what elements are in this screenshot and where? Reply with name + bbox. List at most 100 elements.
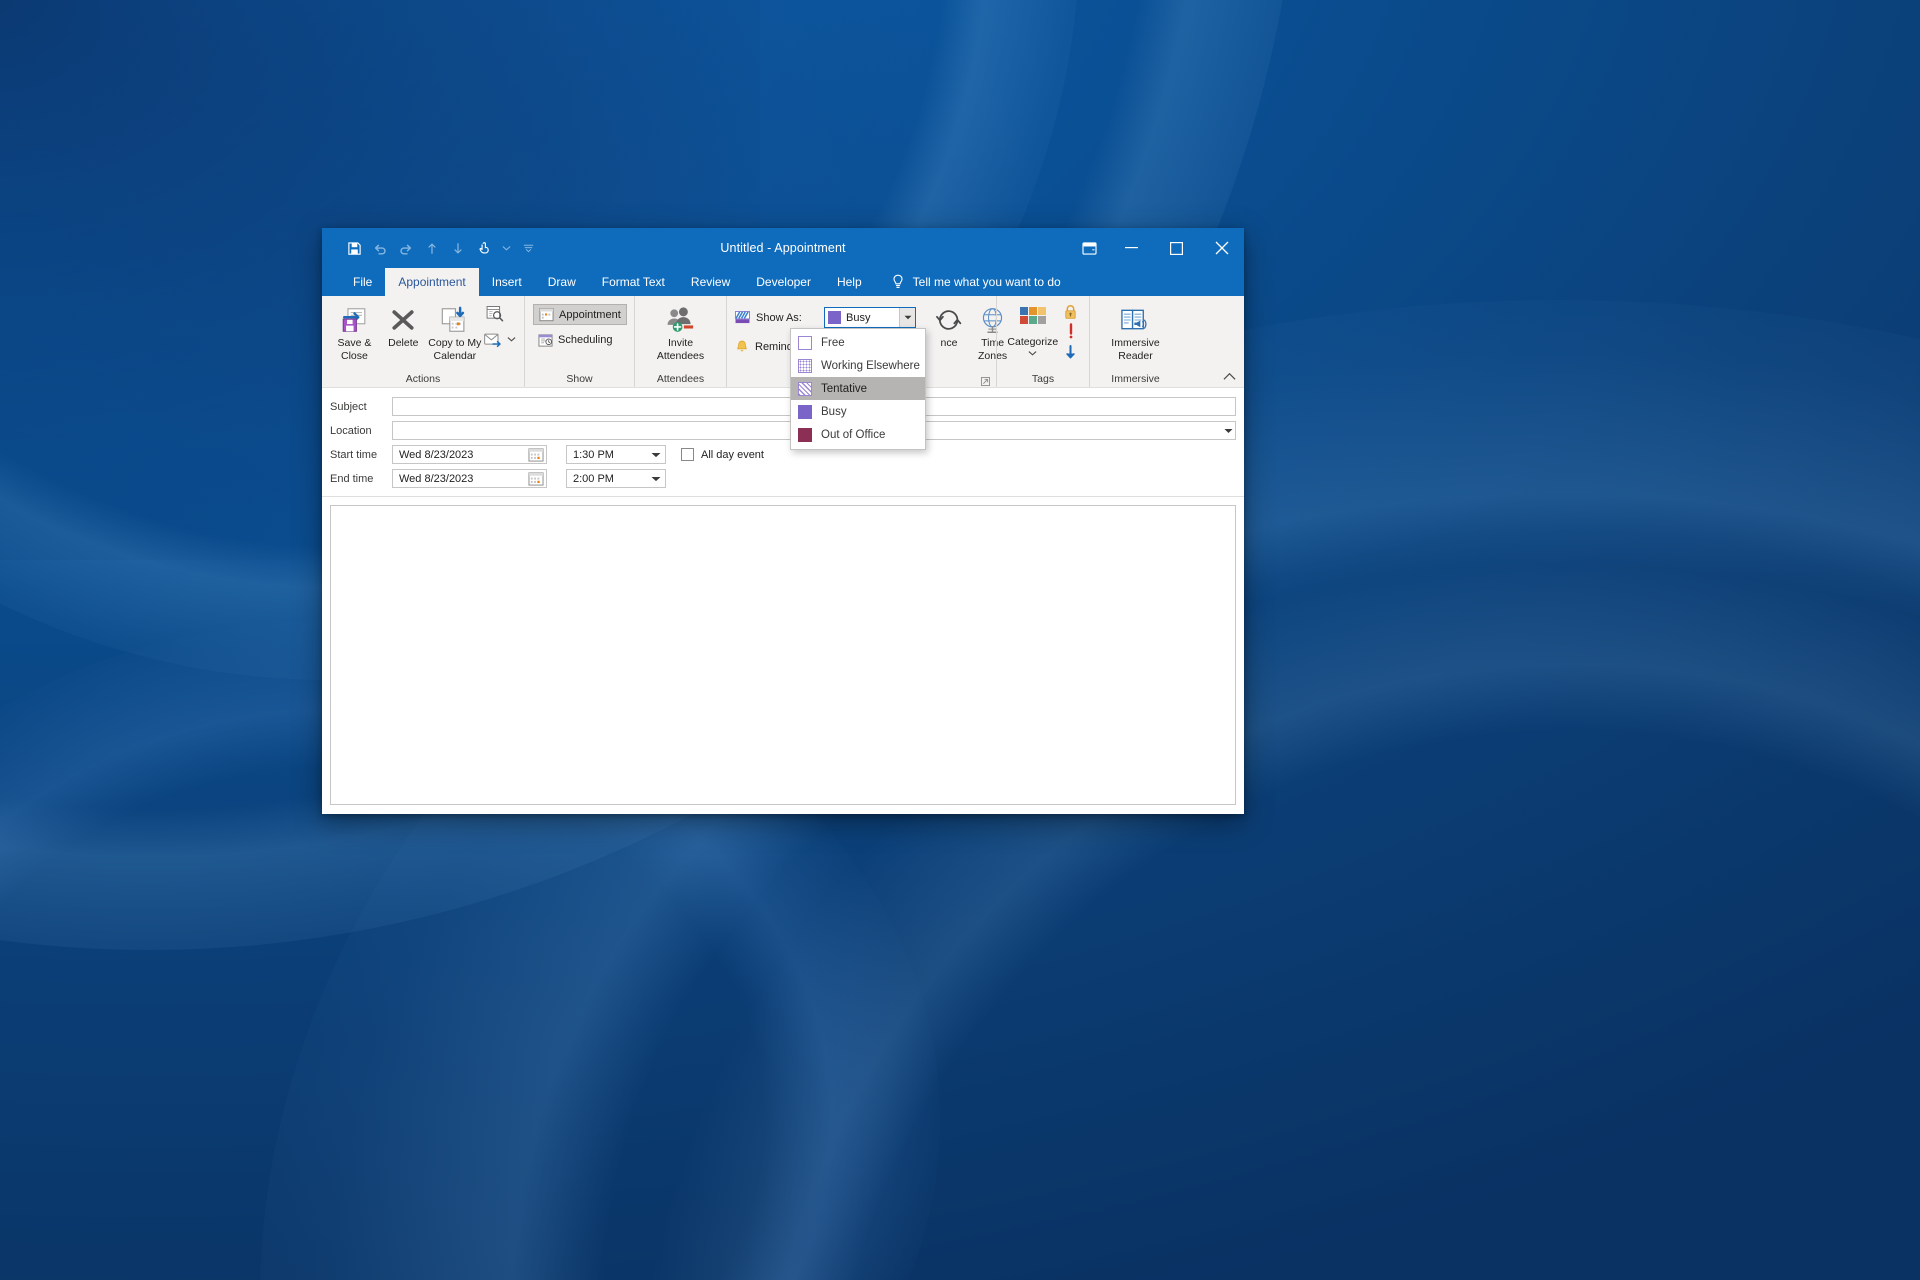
tab-insert[interactable]: Insert [479, 268, 535, 296]
previous-item-icon[interactable] [420, 236, 444, 260]
categorize-button[interactable]: Categorize [1005, 300, 1061, 356]
save-close-icon [339, 304, 370, 336]
start-date-calendar-icon[interactable] [528, 447, 544, 462]
tab-draw[interactable]: Draw [535, 268, 589, 296]
next-item-icon[interactable] [446, 236, 470, 260]
tab-appointment[interactable]: Appointment [385, 268, 479, 296]
end-time-dropdown-arrow-icon[interactable] [651, 473, 661, 485]
start-time-value: 1:30 PM [573, 448, 614, 461]
customize-qat-icon[interactable] [516, 236, 540, 260]
all-day-event-checkbox-group[interactable]: All day event [681, 448, 764, 461]
immersive-reader-icon [1120, 304, 1151, 336]
show-as-option-tentative-label: Tentative [821, 382, 868, 395]
find-related-icon[interactable] [482, 303, 508, 325]
show-as-dropdown-arrow-icon[interactable] [899, 308, 915, 327]
save-icon[interactable] [342, 236, 366, 260]
end-date-value: Wed 8/23/2023 [399, 472, 474, 485]
copy-to-my-calendar-button[interactable]: Copy to My Calendar [428, 301, 482, 362]
tab-review[interactable]: Review [678, 268, 743, 296]
forward-button[interactable] [482, 327, 516, 351]
show-as-option-working-elsewhere-label: Working Elsewhere [821, 359, 920, 372]
end-time-input[interactable]: 2:00 PM [566, 469, 666, 488]
show-as-combobox[interactable]: Busy [824, 307, 916, 328]
touch-mode-chevron-icon[interactable] [498, 236, 514, 260]
tell-me-search[interactable]: Tell me what you want to do [875, 268, 1061, 296]
end-time-label: End time [330, 472, 374, 485]
collapse-ribbon-button[interactable] [1223, 372, 1236, 384]
ribbon-group-actions: Save & Close Delete Copy to My Calendar … [322, 296, 524, 387]
copy-to-my-calendar-label-line1: Copy to My [428, 337, 482, 349]
low-importance-icon[interactable] [1064, 342, 1077, 361]
options-dialog-launcher-icon[interactable] [981, 377, 990, 386]
close-button[interactable] [1199, 228, 1244, 268]
show-as-option-tentative[interactable]: Tentative [791, 377, 925, 400]
ribbon-group-attendees: Invite Attendees Attendees [634, 296, 726, 387]
show-as-dropdown-menu: Free Working Elsewhere Tentative Busy Ou… [790, 328, 926, 450]
appointment-body-input[interactable] [330, 505, 1236, 805]
show-as-row: Show As: Busy [735, 307, 916, 328]
save-and-close-button[interactable]: Save & Close [330, 301, 379, 362]
copy-to-my-calendar-label-line2: Calendar [433, 350, 477, 362]
tentative-swatch [798, 381, 812, 396]
tags-icon-stack [1061, 300, 1081, 361]
appointment-icon [539, 307, 554, 322]
all-day-event-label: All day event [701, 448, 764, 461]
categorize-chevron-icon[interactable] [1028, 350, 1037, 356]
invite-attendees-label-line2: Attendees [656, 350, 705, 362]
redo-icon[interactable] [394, 236, 418, 260]
window-controls [1069, 228, 1244, 268]
delete-button[interactable]: Delete [379, 301, 428, 349]
show-as-option-free-label: Free [821, 336, 845, 349]
tab-format-text[interactable]: Format Text [589, 268, 678, 296]
categorize-icon [1019, 303, 1047, 335]
scheduling-icon [538, 333, 553, 347]
start-time-input[interactable]: 1:30 PM [566, 445, 666, 464]
ribbon: Save & Close Delete Copy to My Calendar … [322, 296, 1244, 388]
save-and-close-label-line1: Save & [337, 337, 372, 349]
show-as-option-free[interactable]: Free [791, 331, 925, 354]
start-date-input[interactable]: Wed 8/23/2023 [392, 445, 547, 464]
ribbon-group-show: Appointment Scheduling Show [524, 296, 634, 387]
tab-help[interactable]: Help [824, 268, 875, 296]
location-label: Location [330, 424, 372, 437]
actions-chevron-icon [507, 337, 516, 342]
start-time-dropdown-arrow-icon[interactable] [651, 449, 661, 461]
show-as-color-swatch [828, 311, 841, 324]
actions-secondary-stack [482, 301, 516, 351]
show-as-option-busy[interactable]: Busy [791, 400, 925, 423]
out-of-office-swatch [798, 427, 812, 442]
maximize-button[interactable] [1154, 228, 1199, 268]
show-as-option-out-of-office-label: Out of Office [821, 428, 886, 441]
recurrence-button[interactable]: nce [920, 301, 978, 349]
all-day-event-checkbox[interactable] [681, 448, 694, 461]
show-appointment-button[interactable]: Appointment [533, 304, 627, 325]
location-dropdown-arrow-icon[interactable] [1224, 425, 1233, 437]
high-importance-icon[interactable] [1067, 322, 1075, 341]
invite-attendees-button[interactable]: Invite Attendees [651, 301, 711, 362]
undo-icon[interactable] [368, 236, 392, 260]
immersive-reader-button[interactable]: Immersive Reader [1106, 301, 1166, 362]
end-date-input[interactable]: Wed 8/23/2023 [392, 469, 547, 488]
show-as-option-working-elsewhere[interactable]: Working Elsewhere [791, 354, 925, 377]
show-as-option-out-of-office[interactable]: Out of Office [791, 423, 925, 446]
ribbon-group-immersive: Immersive Reader Immersive [1089, 296, 1181, 387]
tab-developer[interactable]: Developer [743, 268, 824, 296]
subject-row: Subject [322, 395, 1244, 418]
recurrence-label: nce [940, 337, 958, 349]
show-as-label: Show As: [756, 311, 802, 324]
save-and-close-label-line2: Close [341, 350, 368, 362]
appointment-body-area [322, 497, 1244, 814]
show-scheduling-label: Scheduling [558, 334, 613, 346]
minimize-button[interactable] [1109, 228, 1154, 268]
end-time-row: End time Wed 8/23/2023 2:00 PM [322, 467, 1244, 490]
ribbon-display-options-icon[interactable] [1069, 228, 1109, 268]
show-scheduling-button[interactable]: Scheduling [533, 329, 617, 351]
ribbon-group-tags: Categorize Tags [996, 296, 1089, 387]
tab-file[interactable]: File [340, 268, 385, 296]
end-date-calendar-icon[interactable] [528, 471, 544, 486]
delete-label: Delete [388, 337, 419, 349]
private-lock-icon[interactable] [1063, 302, 1078, 321]
touch-mode-icon[interactable] [472, 236, 496, 260]
quick-access-toolbar [322, 236, 540, 260]
recurrence-icon [934, 304, 964, 336]
